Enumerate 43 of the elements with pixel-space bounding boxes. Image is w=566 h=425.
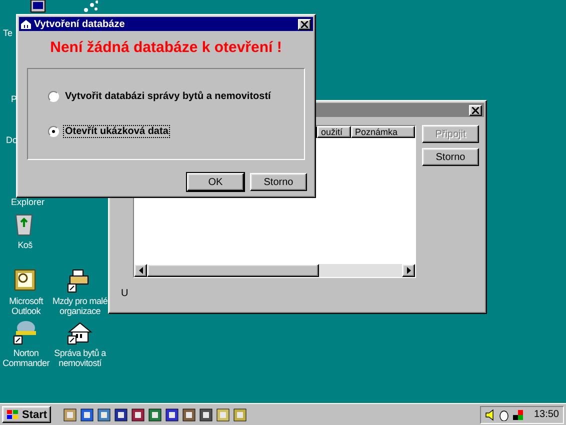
dialog-button[interactable]: OK [187, 173, 244, 191]
close-icon [301, 20, 308, 28]
mouse-icon[interactable] [498, 408, 510, 420]
dialog-heading: Není žádná databáze k otevření ! [49, 39, 283, 56]
column-header[interactable]: oužití [317, 126, 351, 138]
radio-button[interactable] [48, 126, 59, 137]
network-status-icon[interactable] [512, 408, 523, 420]
left-arrow-icon [138, 267, 142, 274]
close-icon [472, 106, 479, 114]
icon-label[interactable]: Te [3, 28, 13, 38]
column-header[interactable]: Poznámka [351, 126, 415, 138]
dialog-button[interactable]: Storno [250, 173, 307, 191]
icon-label[interactable]: Koš [18, 240, 32, 250]
network-icon[interactable] [82, 0, 98, 14]
horizontal-scrollbar[interactable] [134, 264, 415, 277]
close-button[interactable] [469, 104, 482, 116]
start-button[interactable]: Start [2, 406, 52, 423]
app-icon[interactable] [199, 408, 214, 422]
icon-label[interactable]: Správa bytů a nemovitostí [48, 348, 112, 368]
right-arrow-icon [406, 267, 410, 274]
windows-flag-icon [6, 408, 20, 420]
speaker-icon[interactable] [484, 408, 495, 420]
window-title: Vytvoření databáze [34, 18, 126, 30]
app-icon[interactable] [233, 408, 248, 422]
app-icon[interactable] [165, 408, 180, 422]
icon-label[interactable]: Explorer [11, 197, 45, 207]
window-button[interactable]: Storno [422, 148, 479, 166]
house-icon[interactable] [67, 320, 93, 346]
icon-label[interactable]: Mzdy pro malé organizace [48, 296, 112, 316]
app-icon[interactable] [131, 408, 146, 422]
app-icon[interactable] [80, 408, 94, 422]
app-icon[interactable] [63, 408, 78, 422]
app-icon[interactable] [182, 408, 196, 422]
norton-icon[interactable] [13, 320, 39, 346]
radio-button[interactable] [48, 91, 59, 102]
close-button[interactable] [298, 18, 311, 30]
clock[interactable]: 13:50 [534, 409, 559, 420]
computer-icon[interactable] [30, 0, 46, 14]
app-icon[interactable] [97, 408, 112, 422]
app-icon[interactable] [114, 408, 128, 422]
footer-label: U [120, 288, 130, 299]
app-icon[interactable] [148, 408, 162, 422]
radio-label[interactable]: Vytvořit databázi správy bytů a nemovitostí [64, 91, 272, 102]
